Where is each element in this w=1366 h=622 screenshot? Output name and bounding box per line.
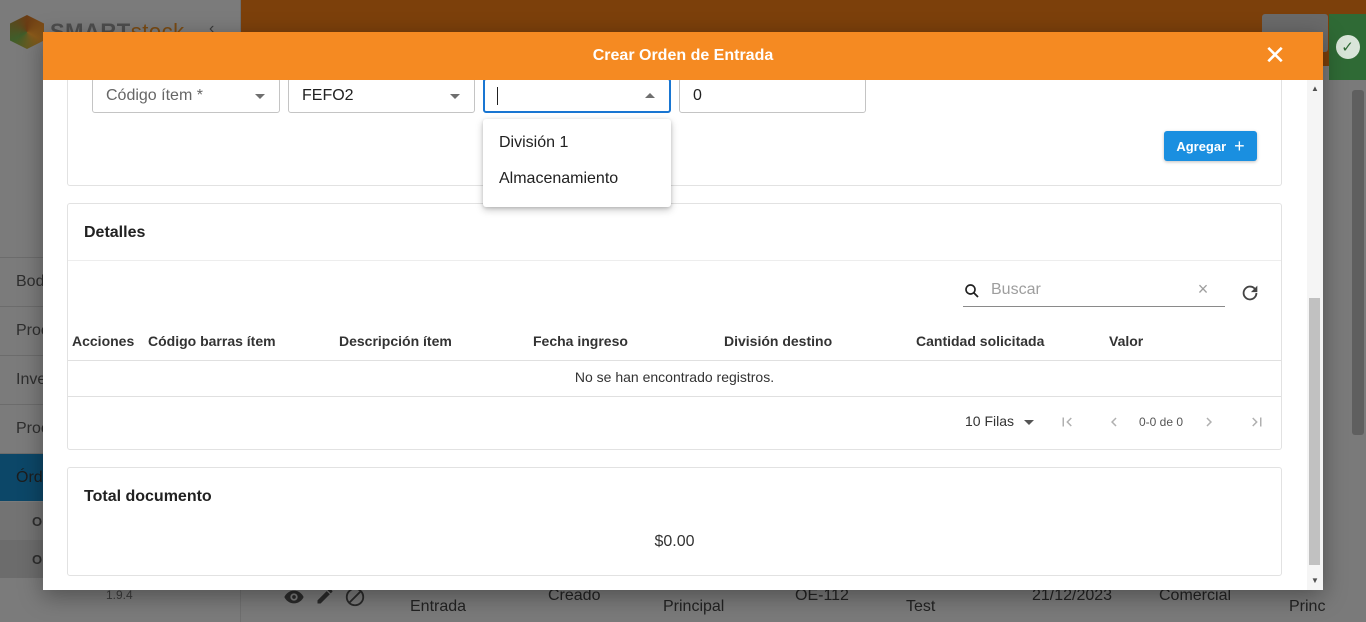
- divider: [68, 260, 1281, 261]
- plus-icon: +: [1234, 136, 1245, 156]
- dialog-body: Código ítem * FEFO2 0 Agregar + Detalles: [43, 80, 1323, 590]
- column-header-division[interactable]: División destino: [724, 333, 832, 349]
- pagination-info: 0-0 de 0: [1139, 415, 1184, 429]
- search-icon: [965, 284, 979, 298]
- divider: [68, 396, 1281, 397]
- details-title: Detalles: [84, 224, 146, 241]
- add-button-label: Agregar: [1176, 138, 1227, 154]
- details-card: Detalles × Acciones Código barras ítem D…: [67, 203, 1282, 450]
- chevron-down-icon: [255, 94, 265, 99]
- clear-icon[interactable]: ×: [1195, 280, 1211, 298]
- item-code-select[interactable]: Código ítem *: [92, 80, 280, 113]
- division-dropdown-menu: División 1 Almacenamiento: [483, 119, 671, 207]
- next-page-icon[interactable]: [1200, 413, 1218, 431]
- text-cursor: [497, 86, 498, 105]
- item-code-placeholder: Código ítem *: [106, 86, 203, 104]
- search-input[interactable]: [991, 278, 1191, 302]
- column-header-quantity[interactable]: Cantidad solicitada: [916, 333, 1044, 349]
- column-header-actions[interactable]: Acciones: [72, 333, 134, 349]
- divider: [68, 360, 1281, 361]
- dialog-title: Crear Orden de Entrada: [592, 47, 774, 64]
- sidebar-item-label: Órd: [16, 468, 43, 486]
- search-field[interactable]: ×: [963, 276, 1225, 307]
- success-toast: ✓: [1329, 14, 1366, 80]
- lot-select[interactable]: FEFO2: [288, 80, 475, 113]
- rows-per-page-value: 10 Filas: [965, 413, 1015, 429]
- scroll-down-arrow-icon[interactable]: ▼: [1310, 576, 1320, 586]
- row-warehouse: Principal: [663, 598, 725, 615]
- row-user: Test: [906, 598, 936, 615]
- previous-page-icon[interactable]: [1105, 413, 1123, 431]
- total-card: Total documento $0.00: [67, 467, 1282, 576]
- total-amount: $0.00: [654, 533, 695, 550]
- rows-per-page-select[interactable]: 10 Filas: [965, 413, 1035, 429]
- create-entry-order-dialog: Crear Orden de Entrada ✕ Código ítem * F…: [43, 32, 1323, 590]
- column-header-description[interactable]: Descripción ítem: [339, 333, 452, 349]
- logo-hexagon-icon: [10, 15, 44, 49]
- division-select[interactable]: [483, 80, 671, 113]
- chevron-up-icon: [645, 93, 655, 98]
- chevron-down-icon: [450, 94, 460, 99]
- column-header-entry-date[interactable]: Fecha ingreso: [533, 333, 628, 349]
- add-button[interactable]: Agregar +: [1164, 131, 1257, 161]
- row-type: Entrada: [410, 598, 467, 615]
- chevron-down-icon: [1024, 420, 1035, 425]
- total-title: Total documento: [84, 488, 212, 505]
- scroll-up-arrow-icon[interactable]: ▲: [1310, 84, 1320, 94]
- refresh-icon[interactable]: [1239, 282, 1261, 304]
- quantity-input[interactable]: 0: [679, 80, 866, 113]
- app-version: 1.9.4: [106, 588, 133, 602]
- row-extra: Princ: [1289, 598, 1326, 615]
- check-icon: ✓: [1335, 35, 1360, 59]
- last-page-icon[interactable]: [1248, 413, 1266, 431]
- column-header-barcode[interactable]: Código barras ítem: [148, 333, 276, 349]
- empty-table-message: No se han encontrado registros.: [574, 369, 775, 385]
- quantity-value: 0: [693, 86, 702, 104]
- page-scrollbar[interactable]: [1352, 90, 1364, 435]
- sidebar-item-label: Inve: [16, 370, 47, 388]
- column-header-value[interactable]: Valor: [1109, 333, 1143, 349]
- division-option[interactable]: Almacenamiento: [483, 161, 671, 197]
- first-page-icon[interactable]: [1058, 413, 1076, 431]
- lot-value: FEFO2: [302, 86, 354, 104]
- division-option-label: Almacenamiento: [499, 170, 619, 187]
- sidebar-item-label: Bod: [16, 272, 45, 290]
- close-icon[interactable]: ✕: [1263, 42, 1287, 68]
- dialog-header: Crear Orden de Entrada ✕: [43, 32, 1323, 80]
- division-option-label: División 1: [499, 134, 569, 151]
- division-option[interactable]: División 1: [483, 125, 671, 161]
- dialog-scrollbar-thumb[interactable]: [1309, 298, 1320, 565]
